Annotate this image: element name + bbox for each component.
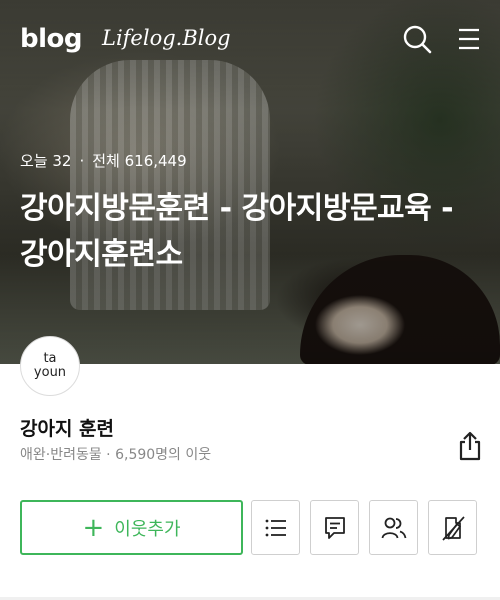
add-neighbor-label: 이웃추가 — [114, 518, 181, 540]
avatar-text-line2: youn — [33, 365, 67, 380]
blog-category-neighbors: 애완·반려동물 · 6,590명의 이웃 — [20, 447, 212, 463]
write-post-button[interactable] — [428, 500, 477, 555]
menu-button[interactable] — [452, 22, 486, 56]
post-list-button[interactable] — [251, 500, 300, 555]
top-bar: blog Lifelog.Blog — [0, 0, 500, 78]
search-button[interactable] — [400, 22, 434, 56]
blog-logo[interactable]: blog — [20, 24, 83, 54]
blog-owner-name[interactable]: 강아지 훈련 — [20, 414, 114, 441]
share-icon — [459, 431, 481, 461]
blog-cover-title: 강아지방문훈련 - 강아지방문교육 - 강아지훈련소 — [20, 191, 454, 272]
today-count: 오늘 32 — [20, 152, 72, 170]
visit-counter: 오늘 32 · 전체 616,449 — [20, 150, 187, 171]
hamburger-menu-icon — [459, 28, 479, 50]
list-icon — [265, 519, 286, 536]
plus-icon: + — [82, 512, 105, 543]
share-button[interactable] — [452, 428, 488, 464]
add-neighbor-button[interactable]: + 이웃추가 — [20, 500, 243, 555]
guestbook-button[interactable] — [310, 500, 359, 555]
search-icon — [403, 25, 432, 54]
avatar-text-line1: ta — [43, 351, 57, 366]
blog-title[interactable]: Lifelog.Blog — [102, 26, 231, 50]
avatar[interactable]: ta youn — [20, 336, 80, 396]
neighbors-button[interactable] — [369, 500, 418, 555]
neighbors-icon — [381, 517, 406, 538]
pen-icon — [441, 515, 465, 541]
avatar-logo-text: ta youn — [34, 352, 66, 380]
separator-dot: · — [79, 152, 85, 170]
total-count: 전체 616,449 — [92, 152, 187, 170]
chat-icon — [324, 516, 345, 539]
